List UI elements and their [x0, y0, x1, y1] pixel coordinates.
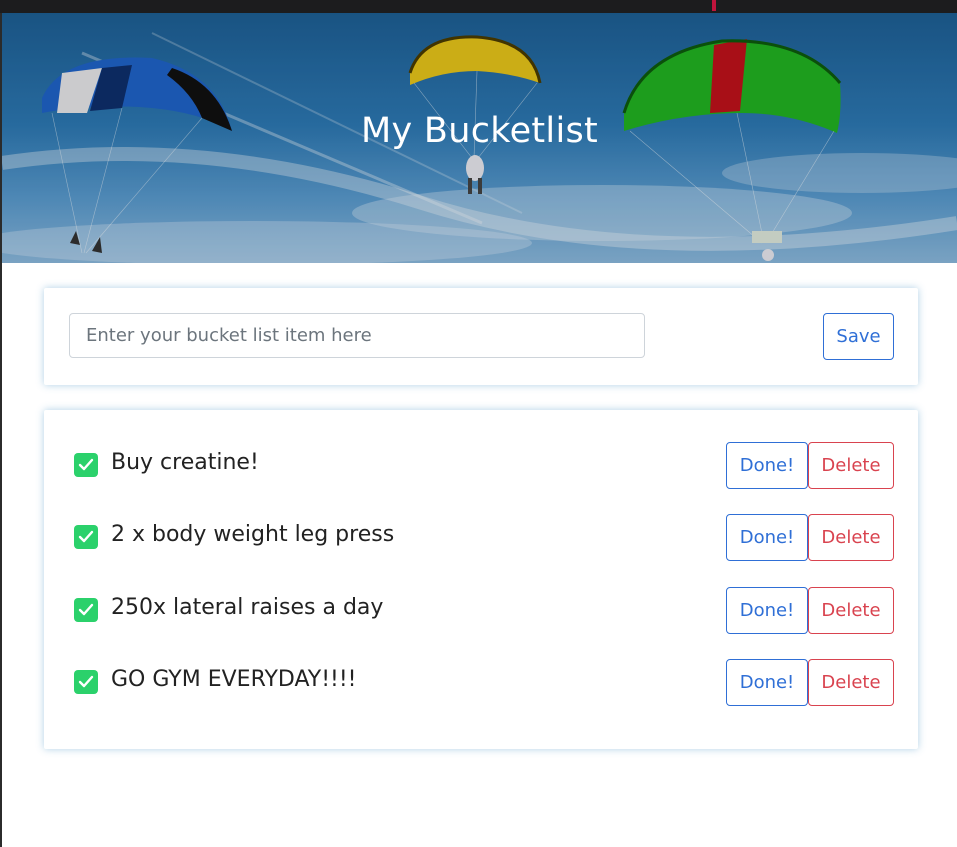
- delete-button[interactable]: Delete: [808, 442, 894, 489]
- list-item-text: 250x lateral raises a day: [111, 595, 384, 620]
- add-item-card: Save: [44, 288, 918, 385]
- done-button[interactable]: Done!: [726, 514, 808, 561]
- list-item-text: 2 x body weight leg press: [111, 522, 395, 547]
- list-item: GO GYM EVERYDAY!!!! Done! Delete: [44, 659, 918, 706]
- done-button[interactable]: Done!: [726, 587, 808, 634]
- list-item: Buy creatine! Done! Delete: [44, 442, 918, 489]
- done-button[interactable]: Done!: [726, 442, 808, 489]
- top-bar-accent: [712, 0, 716, 11]
- checkbox-check-icon[interactable]: [74, 670, 98, 694]
- list-item-text: GO GYM EVERYDAY!!!!: [111, 667, 357, 692]
- delete-button[interactable]: Delete: [808, 514, 894, 561]
- top-bar: [0, 0, 957, 13]
- delete-button[interactable]: Delete: [808, 587, 894, 634]
- list-item: 250x lateral raises a day Done! Delete: [44, 587, 918, 634]
- delete-button[interactable]: Delete: [808, 659, 894, 706]
- bucket-list-card: Buy creatine! Done! Delete 2 x body weig…: [44, 410, 918, 749]
- checkbox-check-icon[interactable]: [74, 453, 98, 477]
- hero-banner: My Bucketlist: [2, 13, 957, 263]
- checkbox-check-icon[interactable]: [74, 598, 98, 622]
- page-title: My Bucketlist: [360, 111, 599, 151]
- done-button[interactable]: Done!: [726, 659, 808, 706]
- list-item-text: Buy creatine!: [111, 450, 259, 475]
- list-item: 2 x body weight leg press Done! Delete: [44, 514, 918, 561]
- checkbox-check-icon[interactable]: [74, 525, 98, 549]
- save-button[interactable]: Save: [823, 313, 894, 360]
- bucket-item-input[interactable]: [69, 313, 645, 358]
